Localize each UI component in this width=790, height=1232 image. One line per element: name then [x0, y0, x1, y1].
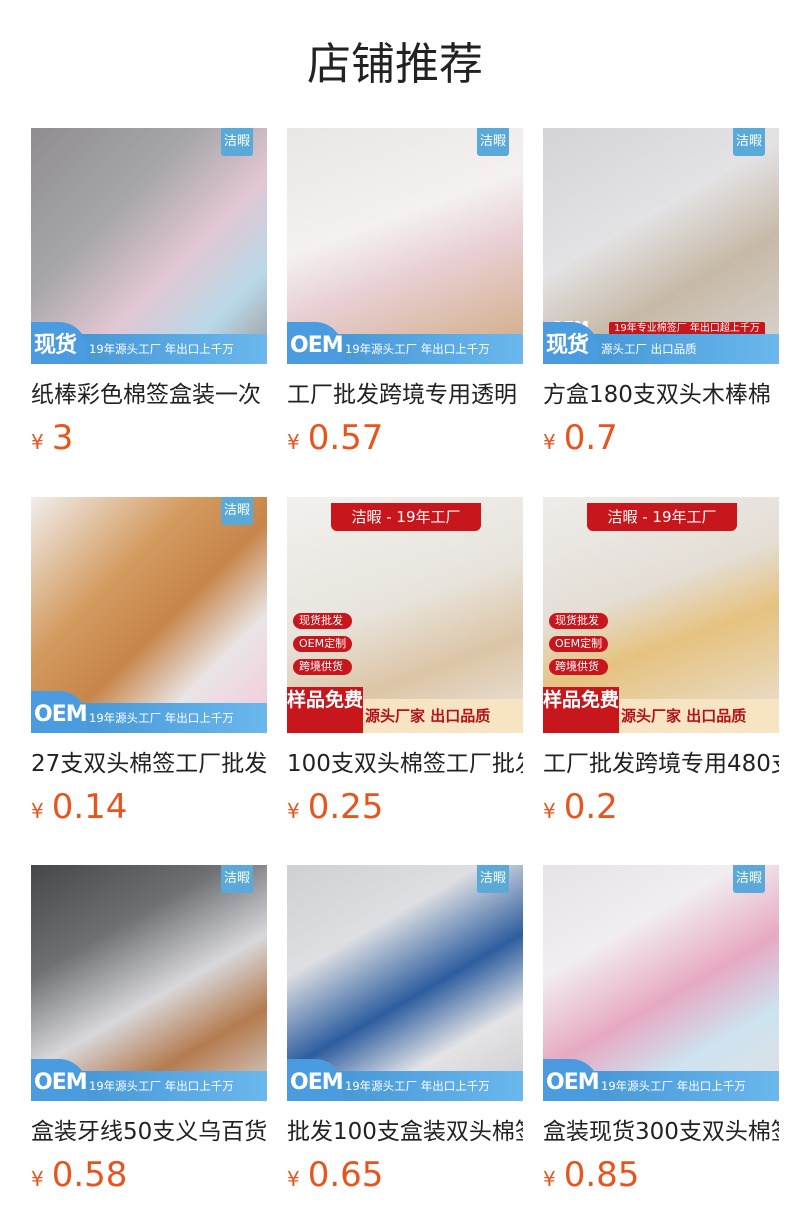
feature-tag: 现货批发: [293, 613, 353, 629]
currency-symbol: ¥: [287, 430, 300, 454]
promo-band: OEM 19年源头工厂 年出口上千万: [287, 322, 523, 364]
feature-tag: OEM定制: [293, 636, 353, 652]
product-image[interactable]: 洁暇现货 19年源头工厂 年出口上千万: [31, 128, 267, 364]
price-value: 3: [51, 418, 74, 458]
product-name[interactable]: 工厂批发跨境专用透明: [287, 378, 523, 412]
feature-tag: OEM定制: [549, 636, 609, 652]
brand-tag: 洁暇: [733, 865, 765, 893]
product-image[interactable]: 洁暇 OEM 19年源头工厂 年出口上千万: [31, 497, 267, 733]
feature-tag: 现货批发: [549, 613, 609, 629]
promo-band: OEM 19年源头工厂 年出口上千万: [543, 1059, 779, 1101]
product-price: ¥0.25: [287, 785, 383, 829]
product-name[interactable]: 盒装牙线50支义乌百货: [31, 1115, 267, 1149]
product-card[interactable]: 洁暇 OEM 19年源头工厂 年出口上千万盒装现货300支双头棉签 ¥0.85: [543, 865, 779, 1201]
price-value: 0.58: [51, 1155, 128, 1195]
free-sample-badge: 样品免费: [543, 687, 619, 733]
price-value: 0.57: [307, 418, 384, 458]
promo-band: 源头厂家 出口品质 样品免费: [543, 687, 779, 733]
product-name[interactable]: 100支双头棉签工厂批发: [287, 747, 523, 781]
product-image[interactable]: 洁暇 OEM 19年源头工厂 年出口上千万: [287, 128, 523, 364]
price-value: 0.65: [307, 1155, 384, 1195]
product-name[interactable]: 27支双头棉签工厂批发: [31, 747, 267, 781]
factory-banner: 洁暇 - 19年工厂: [331, 503, 481, 531]
currency-symbol: ¥: [31, 799, 44, 823]
product-price: ¥0.58: [31, 1153, 127, 1197]
product-price: ¥0.14: [31, 785, 127, 829]
product-image[interactable]: 洁暇 OEM 19年源头工厂 年出口上千万: [31, 865, 267, 1101]
currency-symbol: ¥: [31, 430, 44, 454]
promo-slogan: 19年源头工厂 年出口上千万: [601, 1079, 746, 1093]
price-value: 0.14: [51, 787, 128, 827]
promo-band: 现货 源头工厂 出口品质: [543, 322, 779, 364]
product-name[interactable]: 纸棒彩色棉签盒装一次: [31, 378, 267, 412]
product-name[interactable]: 方盒180支双头木棒棉: [543, 378, 779, 412]
promo-band: OEM 19年源头工厂 年出口上千万: [31, 1059, 267, 1101]
promo-slogan: 源头工厂 出口品质: [601, 342, 697, 356]
promo-slogan: 19年源头工厂 年出口上千万: [89, 1079, 234, 1093]
currency-symbol: ¥: [543, 430, 556, 454]
brand-tag: 洁暇: [477, 865, 509, 893]
free-sample-badge: 样品免费: [287, 687, 363, 733]
feature-tags: 现货批发 OEM定制跨境供货: [549, 613, 609, 682]
currency-symbol: ¥: [543, 1167, 556, 1191]
factory-banner: 洁暇 - 19年工厂: [587, 503, 737, 531]
price-value: 0.25: [307, 787, 384, 827]
feature-tag: 跨境供货: [293, 659, 353, 675]
page-title: 店铺推荐: [307, 39, 483, 90]
product-card[interactable]: 洁暇OEM19年专业棉签厂 年出口超上千万现货源头工厂 出口品质方盒180支双头…: [543, 128, 779, 464]
promo-slogan: 19年源头工厂 年出口上千万: [89, 711, 234, 725]
price-value: 0.85: [563, 1155, 640, 1195]
promo-slogan: 19年源头工厂 年出口上千万: [345, 1079, 490, 1093]
feature-tags: 现货批发 OEM定制跨境供货: [293, 613, 353, 682]
promo-slogan: 19年源头工厂 年出口上千万: [345, 342, 490, 356]
feature-tag: 跨境供货: [549, 659, 609, 675]
product-price: ¥0.2: [543, 785, 618, 829]
promo-band: 源头厂家 出口品质 样品免费: [287, 687, 523, 733]
product-price: ¥0.65: [287, 1153, 383, 1197]
product-card[interactable]: 洁暇 - 19年工厂现货批发 OEM定制跨境供货源头厂家 出口品质 样品免费 100支…: [287, 497, 523, 833]
product-card[interactable]: 洁暇 OEM 19年源头工厂 年出口上千万工厂批发跨境专用透明 ¥0.57: [287, 128, 523, 464]
currency-symbol: ¥: [31, 1167, 44, 1191]
promo-band: OEM 19年源头工厂 年出口上千万: [31, 691, 267, 733]
product-price: ¥0.57: [287, 416, 383, 460]
product-card[interactable]: 洁暇现货 19年源头工厂 年出口上千万纸棒彩色棉签盒装一次 ¥3: [31, 128, 267, 464]
promo-strip-text: 源头厂家 出口品质: [357, 699, 523, 733]
promo-band: OEM 19年源头工厂 年出口上千万: [287, 1059, 523, 1101]
product-card[interactable]: 洁暇 OEM 19年源头工厂 年出口上千万批发100支盒装双头棉签 ¥0.65: [287, 865, 523, 1201]
product-card[interactable]: 洁暇 OEM 19年源头工厂 年出口上千万 27支双头棉签工厂批发 ¥0.14: [31, 497, 267, 833]
product-image[interactable]: 洁暇 - 19年工厂现货批发 OEM定制跨境供货源头厂家 出口品质 样品免费: [543, 497, 779, 733]
currency-symbol: ¥: [543, 799, 556, 823]
product-name[interactable]: 批发100支盒装双头棉签: [287, 1115, 523, 1149]
product-image[interactable]: 洁暇 - 19年工厂现货批发 OEM定制跨境供货源头厂家 出口品质 样品免费: [287, 497, 523, 733]
product-price: ¥0.85: [543, 1153, 639, 1197]
price-value: 0.7: [563, 418, 618, 458]
product-price: ¥3: [31, 416, 73, 460]
product-name[interactable]: 工厂批发跨境专用480支: [543, 747, 779, 781]
product-image[interactable]: 洁暇OEM19年专业棉签厂 年出口超上千万现货源头工厂 出口品质: [543, 128, 779, 364]
product-image[interactable]: 洁暇 OEM 19年源头工厂 年出口上千万: [543, 865, 779, 1101]
brand-tag: 洁暇: [733, 128, 765, 156]
product-image[interactable]: 洁暇 OEM 19年源头工厂 年出口上千万: [287, 865, 523, 1101]
product-name[interactable]: 盒装现货300支双头棉签: [543, 1115, 779, 1149]
promo-band: 现货 19年源头工厂 年出口上千万: [31, 322, 267, 364]
price-value: 0.2: [563, 787, 618, 827]
currency-symbol: ¥: [287, 799, 300, 823]
product-card[interactable]: 洁暇 - 19年工厂现货批发 OEM定制跨境供货源头厂家 出口品质 样品免费工厂批发…: [543, 497, 779, 833]
brand-tag: 洁暇: [221, 865, 253, 893]
promo-strip-text: 源头厂家 出口品质: [613, 699, 779, 733]
product-price: ¥0.7: [543, 416, 618, 460]
brand-tag: 洁暇: [221, 497, 253, 525]
brand-tag: 洁暇: [477, 128, 509, 156]
product-card[interactable]: 洁暇 OEM 19年源头工厂 年出口上千万盒装牙线50支义乌百货 ¥0.58: [31, 865, 267, 1201]
promo-slogan: 19年源头工厂 年出口上千万: [89, 342, 234, 356]
brand-tag: 洁暇: [221, 128, 253, 156]
currency-symbol: ¥: [287, 1167, 300, 1191]
